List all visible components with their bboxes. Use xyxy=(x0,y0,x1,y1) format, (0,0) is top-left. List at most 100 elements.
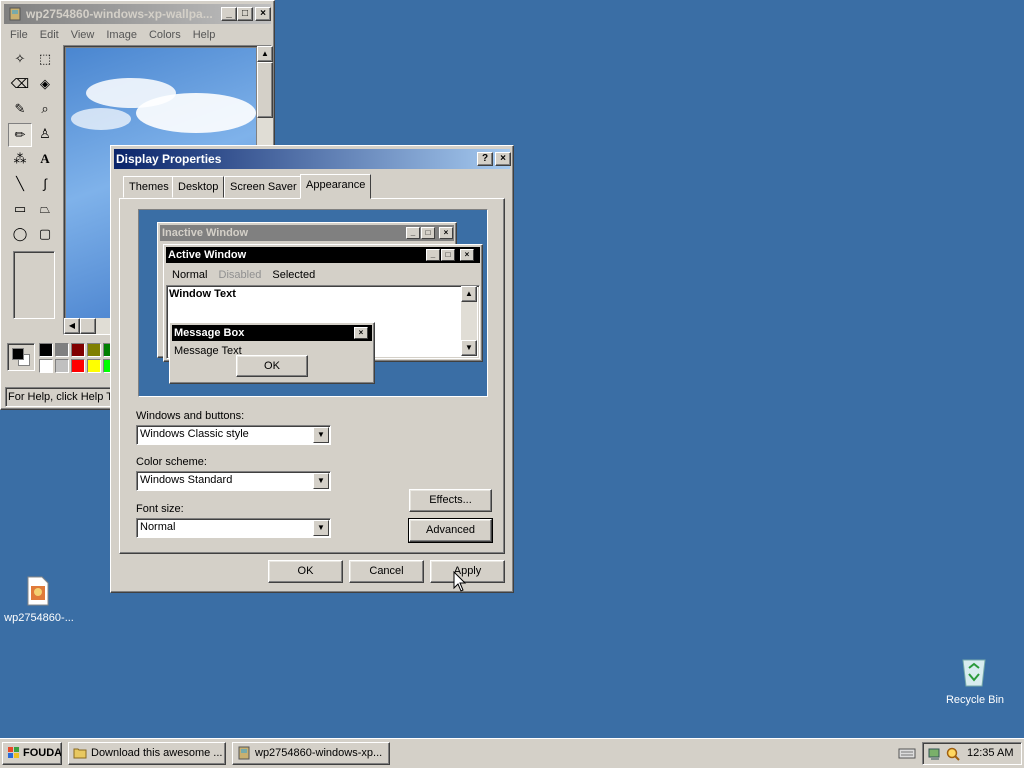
recycle-bin-icon xyxy=(962,659,986,687)
paint-title: wp2754860-windows-xp-wallpa... xyxy=(26,7,213,21)
scroll-thumb[interactable] xyxy=(257,62,273,118)
close-button[interactable]: × xyxy=(255,7,271,21)
taskbar: FOUDA Download this awesome ... wp275486… xyxy=(0,738,1024,768)
rectangle-tool-icon[interactable]: ▭ xyxy=(8,198,32,222)
preview-menu: Normal Disabled Selected xyxy=(168,267,468,283)
swatch-black[interactable] xyxy=(39,343,53,357)
preview-active-minimize-icon: _ xyxy=(426,249,440,261)
appearance-preview: Inactive Window _ □ × Active Window _ □ … xyxy=(138,209,488,397)
keyboard-icon[interactable] xyxy=(898,746,916,760)
network-icon[interactable] xyxy=(927,746,943,762)
free-select-icon[interactable]: ✧ xyxy=(8,48,32,72)
menu-help[interactable]: Help xyxy=(187,27,222,43)
apply-button[interactable]: Apply xyxy=(430,560,505,583)
system-tray: 12:35 AM xyxy=(922,742,1022,765)
preview-scrollbar: ▲ ▼ xyxy=(461,286,477,356)
ok-button[interactable]: OK xyxy=(268,560,343,583)
image-file-icon xyxy=(27,576,49,606)
preview-maximize-icon: □ xyxy=(421,227,435,239)
swatch-maroon[interactable] xyxy=(71,343,85,357)
maximize-button[interactable]: □ xyxy=(237,7,253,21)
desktop-file-icon[interactable]: wp2754860-... xyxy=(0,576,78,626)
menu-disabled: Disabled xyxy=(218,269,262,281)
chevron-down-icon[interactable]: ▼ xyxy=(313,520,329,536)
cancel-button[interactable]: Cancel xyxy=(349,560,424,583)
menu-normal: Normal xyxy=(172,269,208,281)
dialog-title: Display Properties xyxy=(116,152,222,166)
paint-icon xyxy=(238,746,250,760)
toolbox: ✧ ⬚ ⌫ ◈ ✎ ⌕ ✏ ♙ ⁂ A ╲ ∫ ▭ ⏢ ◯ ▢ xyxy=(5,45,61,330)
msgbox-close-icon: × xyxy=(354,327,368,339)
fill-bucket-icon[interactable]: ◈ xyxy=(33,73,57,97)
swatch-yellow[interactable] xyxy=(87,359,101,373)
line-tool-icon[interactable]: ╲ xyxy=(8,173,32,197)
airbrush-icon[interactable]: ⁂ xyxy=(8,148,32,172)
display-properties-dialog[interactable]: Display Properties ? × Themes Desktop Sc… xyxy=(110,145,514,593)
color-picker-icon[interactable]: ✎ xyxy=(8,98,32,122)
menu-edit[interactable]: Edit xyxy=(34,27,65,43)
windows-buttons-select[interactable]: Windows Classic style ▼ xyxy=(136,425,331,445)
swatch-olive[interactable] xyxy=(87,343,101,357)
menu-file[interactable]: File xyxy=(4,27,34,43)
mouse-cursor-icon xyxy=(453,571,467,592)
taskbar-item-download[interactable]: Download this awesome ... xyxy=(68,742,226,765)
swatch-gray[interactable] xyxy=(55,343,69,357)
ellipse-tool-icon[interactable]: ◯ xyxy=(8,223,32,247)
chevron-down-icon[interactable]: ▼ xyxy=(313,473,329,489)
color-scheme-select[interactable]: Windows Standard ▼ xyxy=(136,471,331,491)
magnifier-icon[interactable]: ⌕ xyxy=(33,98,57,122)
tab-themes[interactable]: Themes xyxy=(123,176,175,198)
preview-active-maximize-icon: □ xyxy=(441,249,455,261)
tool-options-box[interactable] xyxy=(13,251,55,319)
menu-view[interactable]: View xyxy=(65,27,101,43)
status-text: For Help, click Help To xyxy=(8,391,118,403)
rect-select-icon[interactable]: ⬚ xyxy=(33,48,57,72)
menu-selected: Selected xyxy=(272,269,316,281)
scroll-up-button[interactable]: ▲ xyxy=(257,46,273,62)
clock[interactable]: 12:35 AM xyxy=(967,747,1013,759)
paint-app-icon xyxy=(8,7,22,21)
preview-close-icon: × xyxy=(439,227,453,239)
brush-icon[interactable]: ♙ xyxy=(33,123,57,147)
curve-tool-icon[interactable]: ∫ xyxy=(33,173,57,197)
recycle-bin[interactable]: Recycle Bin xyxy=(940,656,1010,712)
polygon-tool-icon[interactable]: ⏢ xyxy=(33,198,57,222)
start-button[interactable]: FOUDA xyxy=(2,742,62,765)
color-scheme-label: Color scheme: xyxy=(136,456,207,468)
font-size-label: Font size: xyxy=(136,503,184,515)
appearance-panel: Inactive Window _ □ × Active Window _ □ … xyxy=(119,198,505,554)
current-colors[interactable] xyxy=(7,343,35,371)
scroll-left-button[interactable]: ◀ xyxy=(64,318,80,334)
windows-logo-icon xyxy=(8,747,19,758)
chevron-down-icon[interactable]: ▼ xyxy=(313,427,329,443)
dialog-close-button[interactable]: × xyxy=(495,152,511,166)
folder-icon xyxy=(73,748,87,759)
effects-button[interactable]: Effects... xyxy=(409,489,492,512)
taskbar-item-paint[interactable]: wp2754860-windows-xp... xyxy=(232,742,390,765)
minimize-button[interactable]: _ xyxy=(221,7,237,21)
advanced-button[interactable]: Advanced xyxy=(408,518,493,543)
preview-message-box: Message Box × Message Text OK xyxy=(169,322,375,384)
menu-colors[interactable]: Colors xyxy=(143,27,187,43)
help-button[interactable]: ? xyxy=(477,152,493,166)
dialog-title-bar[interactable]: Display Properties xyxy=(114,149,510,169)
preview-minimize-icon: _ xyxy=(406,227,420,239)
pencil-icon[interactable]: ✏ xyxy=(8,123,32,147)
windows-buttons-label: Windows and buttons: xyxy=(136,410,245,422)
tab-screen-saver[interactable]: Screen Saver xyxy=(224,176,303,198)
msgbox-title-bar: Message Box xyxy=(172,325,372,341)
swatch-white[interactable] xyxy=(39,359,53,373)
rounded-rect-tool-icon[interactable]: ▢ xyxy=(33,223,57,247)
text-tool-icon[interactable]: A xyxy=(33,148,57,172)
font-size-select[interactable]: Normal ▼ xyxy=(136,518,331,538)
h-scroll-thumb[interactable] xyxy=(80,318,96,334)
eraser-icon[interactable]: ⌫ xyxy=(8,73,32,97)
msgbox-ok-button: OK xyxy=(236,355,308,377)
search-icon[interactable] xyxy=(945,746,961,762)
swatch-red[interactable] xyxy=(71,359,85,373)
swatch-silver[interactable] xyxy=(55,359,69,373)
tab-appearance[interactable]: Appearance xyxy=(300,174,372,199)
menu-image[interactable]: Image xyxy=(100,27,143,43)
paint-menubar: File Edit View Image Colors Help xyxy=(4,27,221,43)
tab-desktop[interactable]: Desktop xyxy=(172,176,225,198)
